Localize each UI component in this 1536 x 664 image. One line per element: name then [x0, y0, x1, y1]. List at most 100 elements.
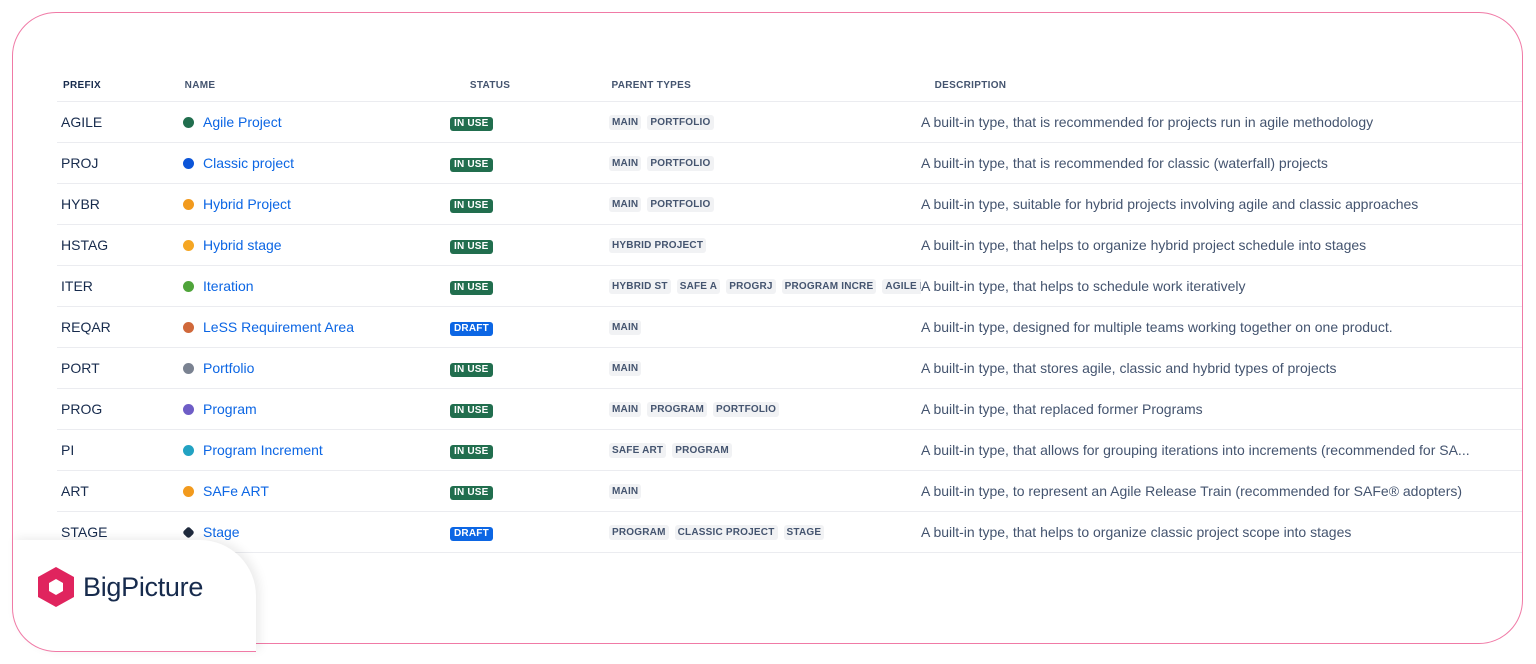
type-color-icon [183, 444, 194, 456]
type-name-link[interactable]: SAFe ART [203, 483, 269, 499]
row-parent-types: MAIN PORTFOLIO [609, 114, 921, 130]
row-status-cell: IN USE [449, 441, 609, 459]
row-description: A built-in type, that is recommended for… [921, 155, 1328, 171]
row-name-cell: Classic project [183, 155, 449, 171]
row-prefix: STAGE [61, 524, 108, 540]
type-color-icon [183, 280, 194, 292]
parent-type-chip: MAIN [609, 319, 642, 335]
table-row[interactable]: HYBR Hybrid Project IN USE MAIN PORTFOLIO A b… [57, 184, 1522, 225]
table-row[interactable]: ITER Iteration IN USE HYBRID ST SAFE A PROGRJ… [57, 266, 1522, 307]
logo-card: BigPicture [12, 540, 256, 652]
row-status-cell: IN USE [449, 277, 609, 295]
row-status-cell: IN USE [449, 113, 609, 131]
parent-type-chip: CLASSIC PROJECT [674, 524, 778, 540]
table-header: PREFIX NAME STATUS PARENT TYPES DESCRIPT… [57, 69, 1522, 102]
logo-text: BigPicture [83, 571, 204, 602]
column-header-name[interactable]: NAME [183, 80, 450, 91]
parent-type-chip: PROGRAM INCRE [781, 278, 877, 294]
status-badge: IN USE [450, 445, 493, 459]
parent-type-chip: MAIN [609, 360, 642, 376]
table-row[interactable]: PORT Portfolio IN USE MAIN A built-in type, … [57, 348, 1522, 389]
parent-type-chip: PORTFOLIO [647, 155, 714, 171]
row-description: A built-in type, that helps to organize … [921, 524, 1352, 540]
parent-type-chip: MAIN [609, 483, 642, 499]
row-prefix: HSTAG [61, 237, 109, 253]
column-header-parent-types[interactable]: PARENT TYPES [610, 80, 923, 91]
parent-type-chip: MAIN [609, 196, 642, 212]
type-name-link[interactable]: Agile Project [203, 114, 282, 130]
type-color-icon [183, 239, 194, 251]
type-name-link[interactable]: Iteration [203, 278, 254, 294]
row-parent-types: MAIN [609, 319, 921, 335]
type-color-icon [182, 525, 195, 539]
parent-type-chip: PROGRAM [609, 524, 669, 540]
type-color-icon [183, 157, 194, 169]
row-name-cell: Agile Project [183, 114, 449, 130]
table-row[interactable]: PROG Program IN USE MAIN PROGRAM PORTFOLIO A b… [57, 389, 1522, 430]
parent-type-chip: PROGRAM [647, 401, 707, 417]
row-prefix: ART [61, 483, 89, 499]
row-prefix: ITER [61, 278, 93, 294]
parent-type-chip: SAFE ART [609, 442, 667, 458]
parent-type-chip: MAIN [609, 114, 642, 130]
column-header-status[interactable]: STATUS [450, 80, 610, 91]
row-status-cell: IN USE [449, 195, 609, 213]
parent-type-chip: PROGRJ [726, 278, 776, 294]
column-header-prefix[interactable]: PREFIX [57, 80, 183, 91]
type-name-link[interactable]: Program [203, 401, 257, 417]
table-row[interactable]: AGILE Agile Project IN USE MAIN PORTFOLIO A b… [57, 102, 1522, 143]
table-row[interactable]: PI Program Increment IN USE SAFE ART PROGRAM… [57, 430, 1522, 471]
type-color-icon [183, 321, 194, 333]
row-parent-types: SAFE ART PROGRAM [609, 442, 921, 458]
status-badge: IN USE [450, 199, 493, 213]
row-prefix: PI [61, 442, 75, 458]
row-name-cell: Hybrid stage [183, 237, 449, 253]
status-badge: DRAFT [450, 322, 493, 336]
type-color-icon [183, 485, 194, 497]
brand-logo: BigPicture [37, 566, 203, 608]
type-name-link[interactable]: Hybrid stage [203, 237, 282, 253]
row-name-cell: Iteration [183, 278, 449, 294]
type-name-link[interactable]: Classic project [203, 155, 294, 171]
type-name-link[interactable]: Hybrid Project [203, 196, 291, 212]
row-prefix: PROG [61, 401, 103, 417]
row-description: A built-in type, that replaced former Pr… [921, 401, 1203, 417]
status-badge: IN USE [450, 158, 493, 172]
table-row[interactable]: REQAR LeSS Requirement Area DRAFT MAIN A bui… [57, 307, 1522, 348]
type-color-icon [183, 116, 194, 128]
table-row[interactable]: ART SAFe ART IN USE MAIN A built-in type, to… [57, 471, 1522, 512]
table-row[interactable]: PROJ Classic project IN USE MAIN PORTFOLIO A … [57, 143, 1522, 184]
window-frame: PREFIX NAME STATUS PARENT TYPES DESCRIPT… [12, 12, 1523, 644]
type-name-link[interactable]: Program Increment [203, 442, 323, 458]
status-badge: IN USE [450, 486, 493, 500]
parent-type-chip: PORTFOLIO [647, 196, 714, 212]
row-parent-types: MAIN [609, 360, 921, 376]
type-name-link[interactable]: Portfolio [203, 360, 254, 376]
status-badge: IN USE [450, 117, 493, 131]
table-row[interactable]: STAGE Stage DRAFT PROGRAM CLASSIC PROJECT STA… [57, 512, 1522, 553]
row-description: A built-in type, that helps to organize … [921, 237, 1367, 253]
parent-type-chip: PORTFOLIO [647, 114, 714, 130]
table-row[interactable]: HSTAG Hybrid stage IN USE HYBRID PROJECT A b… [57, 225, 1522, 266]
row-name-cell: SAFe ART [183, 483, 449, 499]
parent-type-chip: SAFE A [676, 278, 721, 294]
row-name-cell: Portfolio [183, 360, 449, 376]
row-description: A built-in type, to represent an Agile R… [921, 483, 1463, 499]
row-name-cell: Program Increment [183, 442, 449, 458]
parent-type-chip: HYBRID ST [609, 278, 671, 294]
row-status-cell: IN USE [449, 236, 609, 254]
type-name-link[interactable]: LeSS Requirement Area [203, 319, 354, 335]
row-parent-types: HYBRID ST SAFE A PROGRJ PROGRAM INCRE AGILE … [609, 278, 921, 294]
parent-type-chip: PROGRAM [672, 442, 732, 458]
column-header-description[interactable]: DESCRIPTION [923, 80, 1522, 91]
type-name-link[interactable]: Stage [203, 524, 240, 540]
row-prefix: PROJ [61, 155, 99, 171]
row-description: A built-in type, that stores agile, clas… [921, 360, 1337, 376]
row-parent-types: MAIN PORTFOLIO [609, 196, 921, 212]
row-name-cell: Hybrid Project [183, 196, 449, 212]
parent-type-chip: MAIN [609, 155, 642, 171]
row-description: A built-in type, designed for multiple t… [921, 319, 1393, 335]
row-description: A built-in type, that is recommended for… [921, 114, 1374, 130]
row-parent-types: MAIN PORTFOLIO [609, 155, 921, 171]
row-parent-types: MAIN [609, 483, 921, 499]
